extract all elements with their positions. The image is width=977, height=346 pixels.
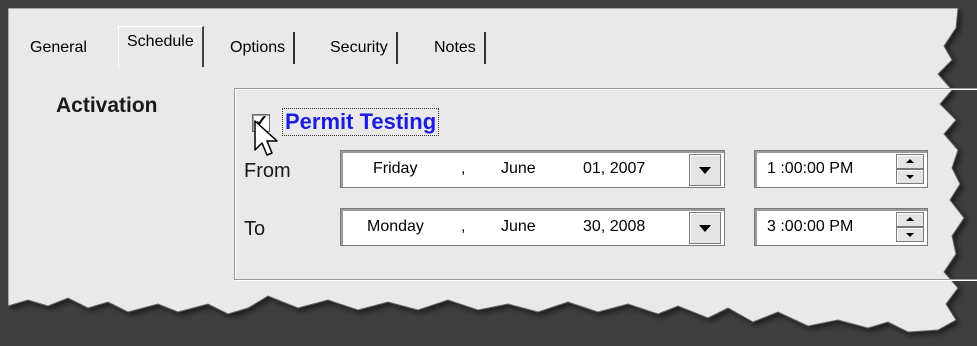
dropdown-arrow-icon[interactable] [689, 212, 721, 244]
spinner-down-icon[interactable] [896, 227, 924, 242]
to-separator: , [461, 218, 466, 235]
spinner-up-icon[interactable] [896, 212, 924, 227]
from-time-spinner[interactable] [896, 154, 924, 184]
to-weekday: Monday [367, 218, 424, 235]
from-weekday: Friday [373, 160, 418, 177]
permit-testing-label[interactable]: Permit Testing [282, 108, 440, 136]
from-time-field[interactable]: 1 :00:00 PM [754, 150, 928, 188]
tab-options[interactable]: Options [222, 32, 296, 64]
activation-label: Activation [56, 94, 158, 117]
mouse-pointer-icon [254, 120, 278, 156]
from-label: From [244, 160, 291, 182]
from-time: 1 :00:00 PM [767, 160, 854, 177]
dropdown-arrow-icon[interactable] [689, 154, 721, 186]
from-month: June [501, 160, 536, 177]
to-day-year: 30, 2008 [583, 218, 646, 235]
tab-notes[interactable]: Notes [426, 32, 486, 64]
screenshot-clip: General Schedule Options Security Notes … [8, 8, 977, 346]
from-separator: , [461, 160, 466, 177]
to-label: To [244, 218, 266, 240]
tab-schedule[interactable]: Schedule [118, 26, 204, 67]
from-day-year: 01, 2007 [583, 160, 646, 177]
to-date-picker[interactable]: Monday , June 30, 2008 [340, 208, 725, 246]
to-time-spinner[interactable] [896, 212, 924, 242]
to-month: June [501, 218, 536, 235]
from-date-picker[interactable]: Friday , June 01, 2007 [340, 150, 725, 188]
spinner-up-icon[interactable] [896, 154, 924, 169]
to-time: 3 :00:00 PM [767, 218, 854, 235]
tab-general[interactable]: General [22, 32, 95, 64]
to-time-field[interactable]: 3 :00:00 PM [754, 208, 928, 246]
tab-security[interactable]: Security [322, 32, 398, 64]
spinner-down-icon[interactable] [896, 169, 924, 184]
